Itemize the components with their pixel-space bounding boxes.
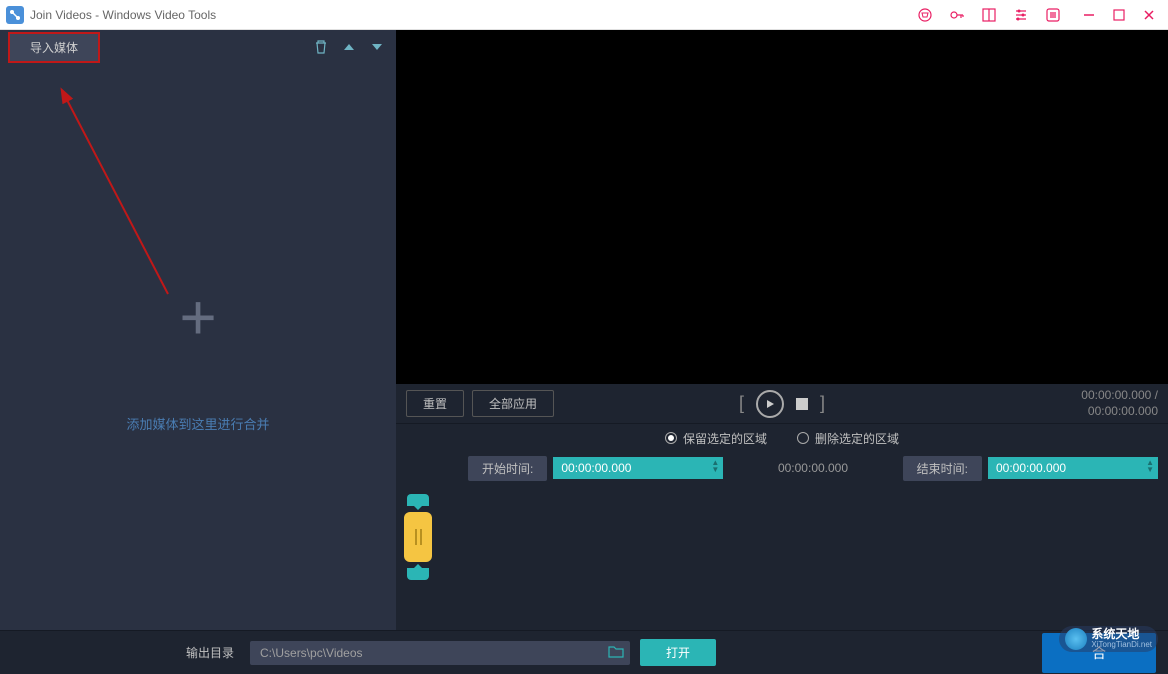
keep-region-radio[interactable]: 保留选定的区域 — [665, 430, 767, 447]
radio-checked-icon — [665, 432, 677, 444]
folder-icon[interactable] — [608, 645, 624, 662]
output-dir-label: 输出目录 — [186, 644, 234, 661]
playback-controls: 重置 全部应用 [ ] 00:00:00.000 / 00:00:00.000 — [396, 384, 1168, 424]
handle-top-icon — [407, 494, 429, 506]
delete-icon[interactable] — [310, 36, 332, 58]
media-drop-area[interactable]: + 添加媒体到这里进行合并 — [0, 64, 396, 630]
cart-icon[interactable] — [916, 6, 934, 24]
handle-grip-icon[interactable] — [404, 512, 432, 562]
move-down-icon[interactable] — [366, 36, 388, 58]
key-icon[interactable] — [948, 6, 966, 24]
drop-hint-text: 添加媒体到这里进行合并 — [126, 414, 269, 433]
trim-handle[interactable] — [404, 494, 432, 580]
radio-unchecked-icon — [797, 432, 809, 444]
bottom-bar: 输出目录 C:\Users\pc\Videos 打开 合 — [0, 630, 1168, 674]
title-tool-icons — [916, 6, 1062, 24]
open-folder-button[interactable]: 打开 — [640, 639, 716, 666]
window-controls — [1074, 1, 1164, 29]
video-preview[interactable] — [396, 30, 1168, 384]
editor-panel: 重置 全部应用 [ ] 00:00:00.000 / 00:00:00.000 … — [396, 30, 1168, 630]
media-toolbar: 导入媒体 — [0, 30, 396, 64]
spinner-icon[interactable]: ▲▼ — [711, 459, 719, 473]
end-time-label: 结束时间: — [903, 456, 982, 481]
close-button[interactable] — [1134, 1, 1164, 29]
total-time: 00:00:00.000 — [1081, 404, 1158, 420]
menu-icon[interactable] — [1044, 6, 1062, 24]
move-up-icon[interactable] — [338, 36, 360, 58]
keep-region-label: 保留选定的区域 — [683, 430, 767, 447]
end-time-input[interactable]: 00:00:00.000 ▲▼ — [988, 457, 1158, 479]
time-range-row: 开始时间: 00:00:00.000 ▲▼ 00:00:00.000 结束时间:… — [396, 452, 1168, 484]
mark-in-icon[interactable]: [ — [739, 393, 744, 414]
minimize-button[interactable] — [1074, 1, 1104, 29]
delete-region-label: 删除选定的区域 — [815, 430, 899, 447]
plus-icon: + — [179, 285, 216, 349]
timeline[interactable] — [396, 484, 1168, 630]
play-button[interactable] — [756, 390, 784, 418]
start-time-input[interactable]: 00:00:00.000 ▲▼ — [553, 457, 723, 479]
handle-bottom-icon — [407, 568, 429, 580]
region-mode-row: 保留选定的区域 删除选定的区域 — [396, 424, 1168, 452]
stop-button[interactable] — [796, 398, 808, 410]
watermark-url: XiTongTianDi.net — [1091, 641, 1152, 650]
reset-button[interactable]: 重置 — [406, 390, 464, 417]
app-icon — [6, 6, 24, 24]
watermark: 系统天地 XiTongTianDi.net — [1059, 626, 1158, 652]
layout-icon[interactable] — [980, 6, 998, 24]
maximize-button[interactable] — [1104, 1, 1134, 29]
window-title: Join Videos - Windows Video Tools — [30, 8, 916, 22]
apply-all-button[interactable]: 全部应用 — [472, 390, 554, 417]
mark-out-icon[interactable]: ] — [820, 393, 825, 414]
current-time: 00:00:00.000 / — [1081, 388, 1158, 404]
output-path-input[interactable]: C:\Users\pc\Videos — [250, 641, 630, 665]
duration-display: 00:00:00.000 — [729, 461, 896, 475]
import-highlight: 导入媒体 — [8, 32, 100, 63]
time-display: 00:00:00.000 / 00:00:00.000 — [1081, 388, 1158, 419]
titlebar: Join Videos - Windows Video Tools — [0, 0, 1168, 30]
import-media-button[interactable]: 导入媒体 — [10, 34, 98, 61]
start-time-label: 开始时间: — [468, 456, 547, 481]
media-panel: 导入媒体 + 添加媒体到这里进行合并 — [0, 30, 396, 630]
spinner-icon[interactable]: ▲▼ — [1146, 459, 1154, 473]
settings-icon[interactable] — [1012, 6, 1030, 24]
watermark-logo-icon — [1065, 628, 1087, 650]
delete-region-radio[interactable]: 删除选定的区域 — [797, 430, 899, 447]
